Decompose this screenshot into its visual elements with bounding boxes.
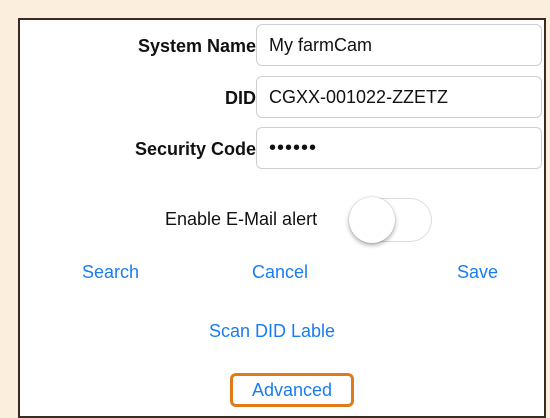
toggle-knob[interactable] (349, 197, 395, 243)
advanced-highlight: Advanced (230, 373, 354, 407)
did-row: DID: CGXX-001022-ZZETZ (20, 76, 544, 120)
system-name-input[interactable]: My farmCam (256, 24, 542, 66)
security-code-input[interactable]: •••••• (256, 127, 542, 169)
cancel-button[interactable]: Cancel (252, 262, 308, 283)
email-alert-toggle[interactable] (349, 197, 432, 243)
did-input[interactable]: CGXX-001022-ZZETZ (256, 76, 542, 118)
security-code-row: Security Code: •••••• (20, 127, 544, 171)
security-code-label: Security Code: (134, 139, 262, 159)
email-alert-label: Enable E-Mail alert (165, 209, 318, 229)
save-button[interactable]: Save (457, 262, 498, 283)
system-name-label: System Name: (137, 36, 262, 56)
camera-settings-panel: System Name: My farmCam DID: CGXX-001022… (18, 18, 546, 418)
search-button[interactable]: Search (82, 262, 139, 283)
scan-did-button[interactable]: Scan DID Lable (209, 321, 335, 342)
system-name-row: System Name: My farmCam (20, 24, 544, 68)
advanced-button[interactable]: Advanced (233, 380, 351, 401)
email-alert-row: Enable E-Mail alert (20, 193, 544, 243)
